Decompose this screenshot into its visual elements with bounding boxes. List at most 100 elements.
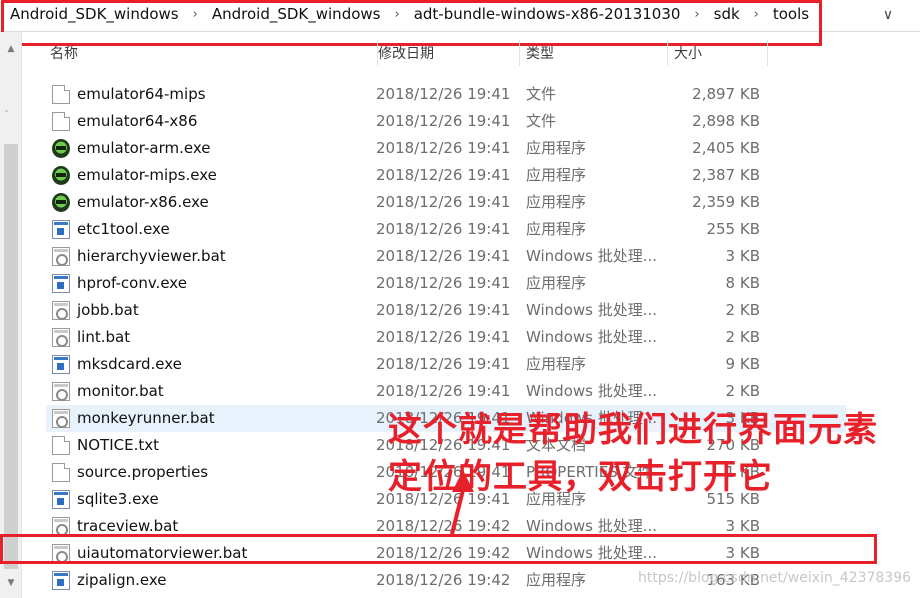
file-type: Windows 批处理...: [526, 382, 658, 400]
column-header-size[interactable]: 大小: [668, 40, 768, 66]
exe-icon: [52, 355, 70, 374]
file-name: hprof-conv.exe: [77, 274, 187, 292]
file-date: 2018/12/26 19:41: [376, 139, 511, 157]
file-icon: [52, 85, 70, 104]
file-size: 255 KB: [706, 220, 760, 238]
file-size: 2 KB: [725, 382, 760, 400]
file-icon: [52, 463, 70, 482]
file-row[interactable]: emulator-arm.exe 2018/12/26 19:41 应用程序 2,40…: [46, 135, 846, 162]
file-size: 2,405 KB: [692, 139, 760, 157]
file-row[interactable]: lint.bat 2018/12/26 19:41 Windows 批处理... 2 …: [46, 324, 846, 351]
file-date: 2018/12/26 19:41: [376, 112, 511, 130]
file-date: 2018/12/26 19:41: [376, 220, 511, 238]
file-row[interactable]: emulator64-mips 2018/12/26 19:41 文件 2,897 K…: [46, 81, 846, 108]
file-date: 2018/12/26 19:41: [376, 85, 511, 103]
file-type: 应用程序: [526, 274, 587, 292]
file-row[interactable]: emulator-mips.exe 2018/12/26 19:41 应用程序 2,3…: [46, 162, 846, 189]
file-type: 应用程序: [526, 355, 587, 373]
file-icon: [52, 112, 70, 131]
file-type: 文件: [526, 112, 557, 130]
file-name: jobb.bat: [77, 301, 139, 319]
file-name: monitor.bat: [77, 382, 164, 400]
bat-icon: [52, 409, 70, 428]
file-name: emulator64-x86: [77, 112, 198, 130]
file-icon: [52, 436, 70, 455]
file-date: 2018/12/26 19:41: [376, 247, 511, 265]
file-size: 2,898 KB: [692, 112, 760, 130]
file-type: Windows 批处理...: [526, 301, 658, 319]
file-name: hierarchyviewer.bat: [77, 247, 226, 265]
file-row[interactable]: monitor.bat 2018/12/26 19:41 Windows 批处理..…: [46, 378, 846, 405]
bat-icon: [52, 247, 70, 266]
file-size: 2 KB: [725, 328, 760, 346]
file-name: emulator-mips.exe: [77, 166, 217, 184]
file-row[interactable]: etc1tool.exe 2018/12/26 19:41 应用程序 255 KB: [46, 216, 846, 243]
file-size: 2,897 KB: [692, 85, 760, 103]
file-date: 2018/12/26 19:41: [376, 355, 511, 373]
file-name: monkeyrunner.bat: [77, 409, 215, 427]
file-name: mksdcard.exe: [77, 355, 182, 373]
file-size: 2 KB: [725, 301, 760, 319]
file-date: 2018/12/26 19:41: [376, 274, 511, 292]
file-row[interactable]: emulator64-x86 2018/12/26 19:41 文件 2,898 KB: [46, 108, 846, 135]
file-type: 文件: [526, 85, 557, 103]
emu-icon: [52, 139, 70, 158]
file-type: 应用程序: [526, 166, 587, 184]
column-header-date[interactable]: 修改日期: [372, 40, 520, 66]
file-date: 2018/12/26 19:41: [376, 382, 511, 400]
file-name: emulator64-mips: [77, 85, 206, 103]
file-name: sqlite3.exe: [77, 490, 159, 508]
file-type: 应用程序: [526, 139, 587, 157]
watermark: https://blog.csdn.net/weixin_42378396: [638, 570, 912, 586]
file-type: 应用程序: [526, 193, 587, 211]
file-name: source.properties: [77, 463, 209, 481]
file-type: Windows 批处理...: [526, 247, 658, 265]
file-name: NOTICE.txt: [77, 436, 159, 454]
file-row[interactable]: jobb.bat 2018/12/26 19:41 Windows 批处理... 2 …: [46, 297, 846, 324]
file-type: 应用程序: [526, 571, 587, 589]
emu-icon: [52, 193, 70, 212]
file-size: 8 KB: [725, 274, 760, 292]
column-header-row: 名称 修改日期 类型 大小: [22, 40, 920, 66]
vertical-scrollbar[interactable]: ▲ ˇ ▼: [0, 32, 22, 598]
file-name: emulator-x86.exe: [77, 193, 209, 211]
annotation-line-2: 定位的工具，双击打开它: [388, 457, 773, 497]
column-header-name[interactable]: 名称: [44, 40, 378, 66]
bat-icon: [52, 382, 70, 401]
file-size: 3 KB: [725, 247, 760, 265]
file-size: 2,387 KB: [692, 166, 760, 184]
exe-icon: [52, 274, 70, 293]
scroll-up-icon[interactable]: ▲: [0, 44, 22, 54]
scroll-thumb[interactable]: [4, 144, 18, 569]
bat-icon: [52, 328, 70, 347]
file-row[interactable]: hprof-conv.exe 2018/12/26 19:41 应用程序 8 KB: [46, 270, 846, 297]
file-name: etc1tool.exe: [77, 220, 170, 238]
file-type: 应用程序: [526, 220, 587, 238]
file-date: 2018/12/26 19:41: [376, 328, 511, 346]
file-name: emulator-arm.exe: [77, 139, 211, 157]
file-name: lint.bat: [77, 328, 131, 346]
file-list: emulator64-mips 2018/12/26 19:41 文件 2,897 K…: [22, 66, 920, 598]
file-type: Windows 批处理...: [526, 328, 658, 346]
file-name: zipalign.exe: [77, 571, 167, 589]
exe-icon: [52, 571, 70, 590]
scroll-mark: ˇ: [4, 110, 9, 121]
uiautomatorviewer-highlight-box: [0, 534, 877, 564]
file-size: 2,359 KB: [692, 193, 760, 211]
file-date: 2018/12/26 19:41: [376, 166, 511, 184]
file-size: 9 KB: [725, 355, 760, 373]
bat-icon: [52, 301, 70, 320]
file-row[interactable]: mksdcard.exe 2018/12/26 19:41 应用程序 9 KB: [46, 351, 846, 378]
scroll-down-icon[interactable]: ▼: [0, 578, 22, 588]
emu-icon: [52, 166, 70, 185]
file-row[interactable]: emulator-x86.exe 2018/12/26 19:41 应用程序 2,35…: [46, 189, 846, 216]
file-row[interactable]: hierarchyviewer.bat 2018/12/26 19:41 Windo…: [46, 243, 846, 270]
address-dropdown-icon[interactable]: ∨: [878, 4, 898, 26]
column-header-type[interactable]: 类型: [520, 40, 668, 66]
annotation-line-1: 这个就是帮助我们进行界面元素: [388, 410, 878, 450]
file-date: 2018/12/26 19:41: [376, 193, 511, 211]
file-date: 2018/12/26 19:42: [376, 571, 511, 589]
file-date: 2018/12/26 19:41: [376, 301, 511, 319]
exe-icon: [52, 490, 70, 509]
exe-icon: [52, 220, 70, 239]
